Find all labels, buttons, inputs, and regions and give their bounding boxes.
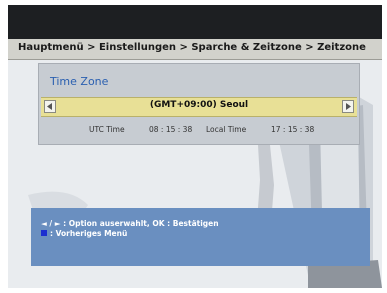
utc-time-label: UTC Time bbox=[89, 125, 125, 134]
local-time-value: 17 : 15 : 38 bbox=[271, 125, 315, 134]
help-back-hint: : Vorheriges Menü bbox=[41, 229, 127, 238]
time-info-row: UTC Time 08 : 15 : 38 Local Time 17 : 15… bbox=[39, 122, 359, 138]
time-zone-selector[interactable]: (GMT+09:00) Seoul bbox=[41, 97, 357, 117]
help-box: ◄ / ► : Option auserwahlt, OK : Bestätig… bbox=[31, 208, 370, 266]
panel-title: Time Zone bbox=[50, 75, 109, 88]
arrow-right-icon[interactable] bbox=[342, 100, 354, 113]
time-zone-panel: Time Zone (GMT+09:00) Seoul UTC Time 08 … bbox=[38, 63, 360, 145]
help-back-text: : Vorheriges Menü bbox=[50, 229, 128, 238]
tv-screen: Hauptmenü > Einstellungen > Sparche & Ze… bbox=[8, 5, 382, 288]
header-bar: Hauptmenü > Einstellungen > Sparche & Ze… bbox=[8, 39, 382, 60]
help-navigation-hint: ◄ / ► : Option auserwahlt, OK : Bestätig… bbox=[41, 219, 219, 228]
local-time-label: Local Time bbox=[206, 125, 247, 134]
time-zone-value: (GMT+09:00) Seoul bbox=[149, 100, 249, 110]
blue-square-icon bbox=[41, 230, 47, 236]
utc-time-value: 08 : 15 : 38 bbox=[149, 125, 193, 134]
breadcrumb: Hauptmenü > Einstellungen > Sparche & Ze… bbox=[18, 42, 366, 53]
